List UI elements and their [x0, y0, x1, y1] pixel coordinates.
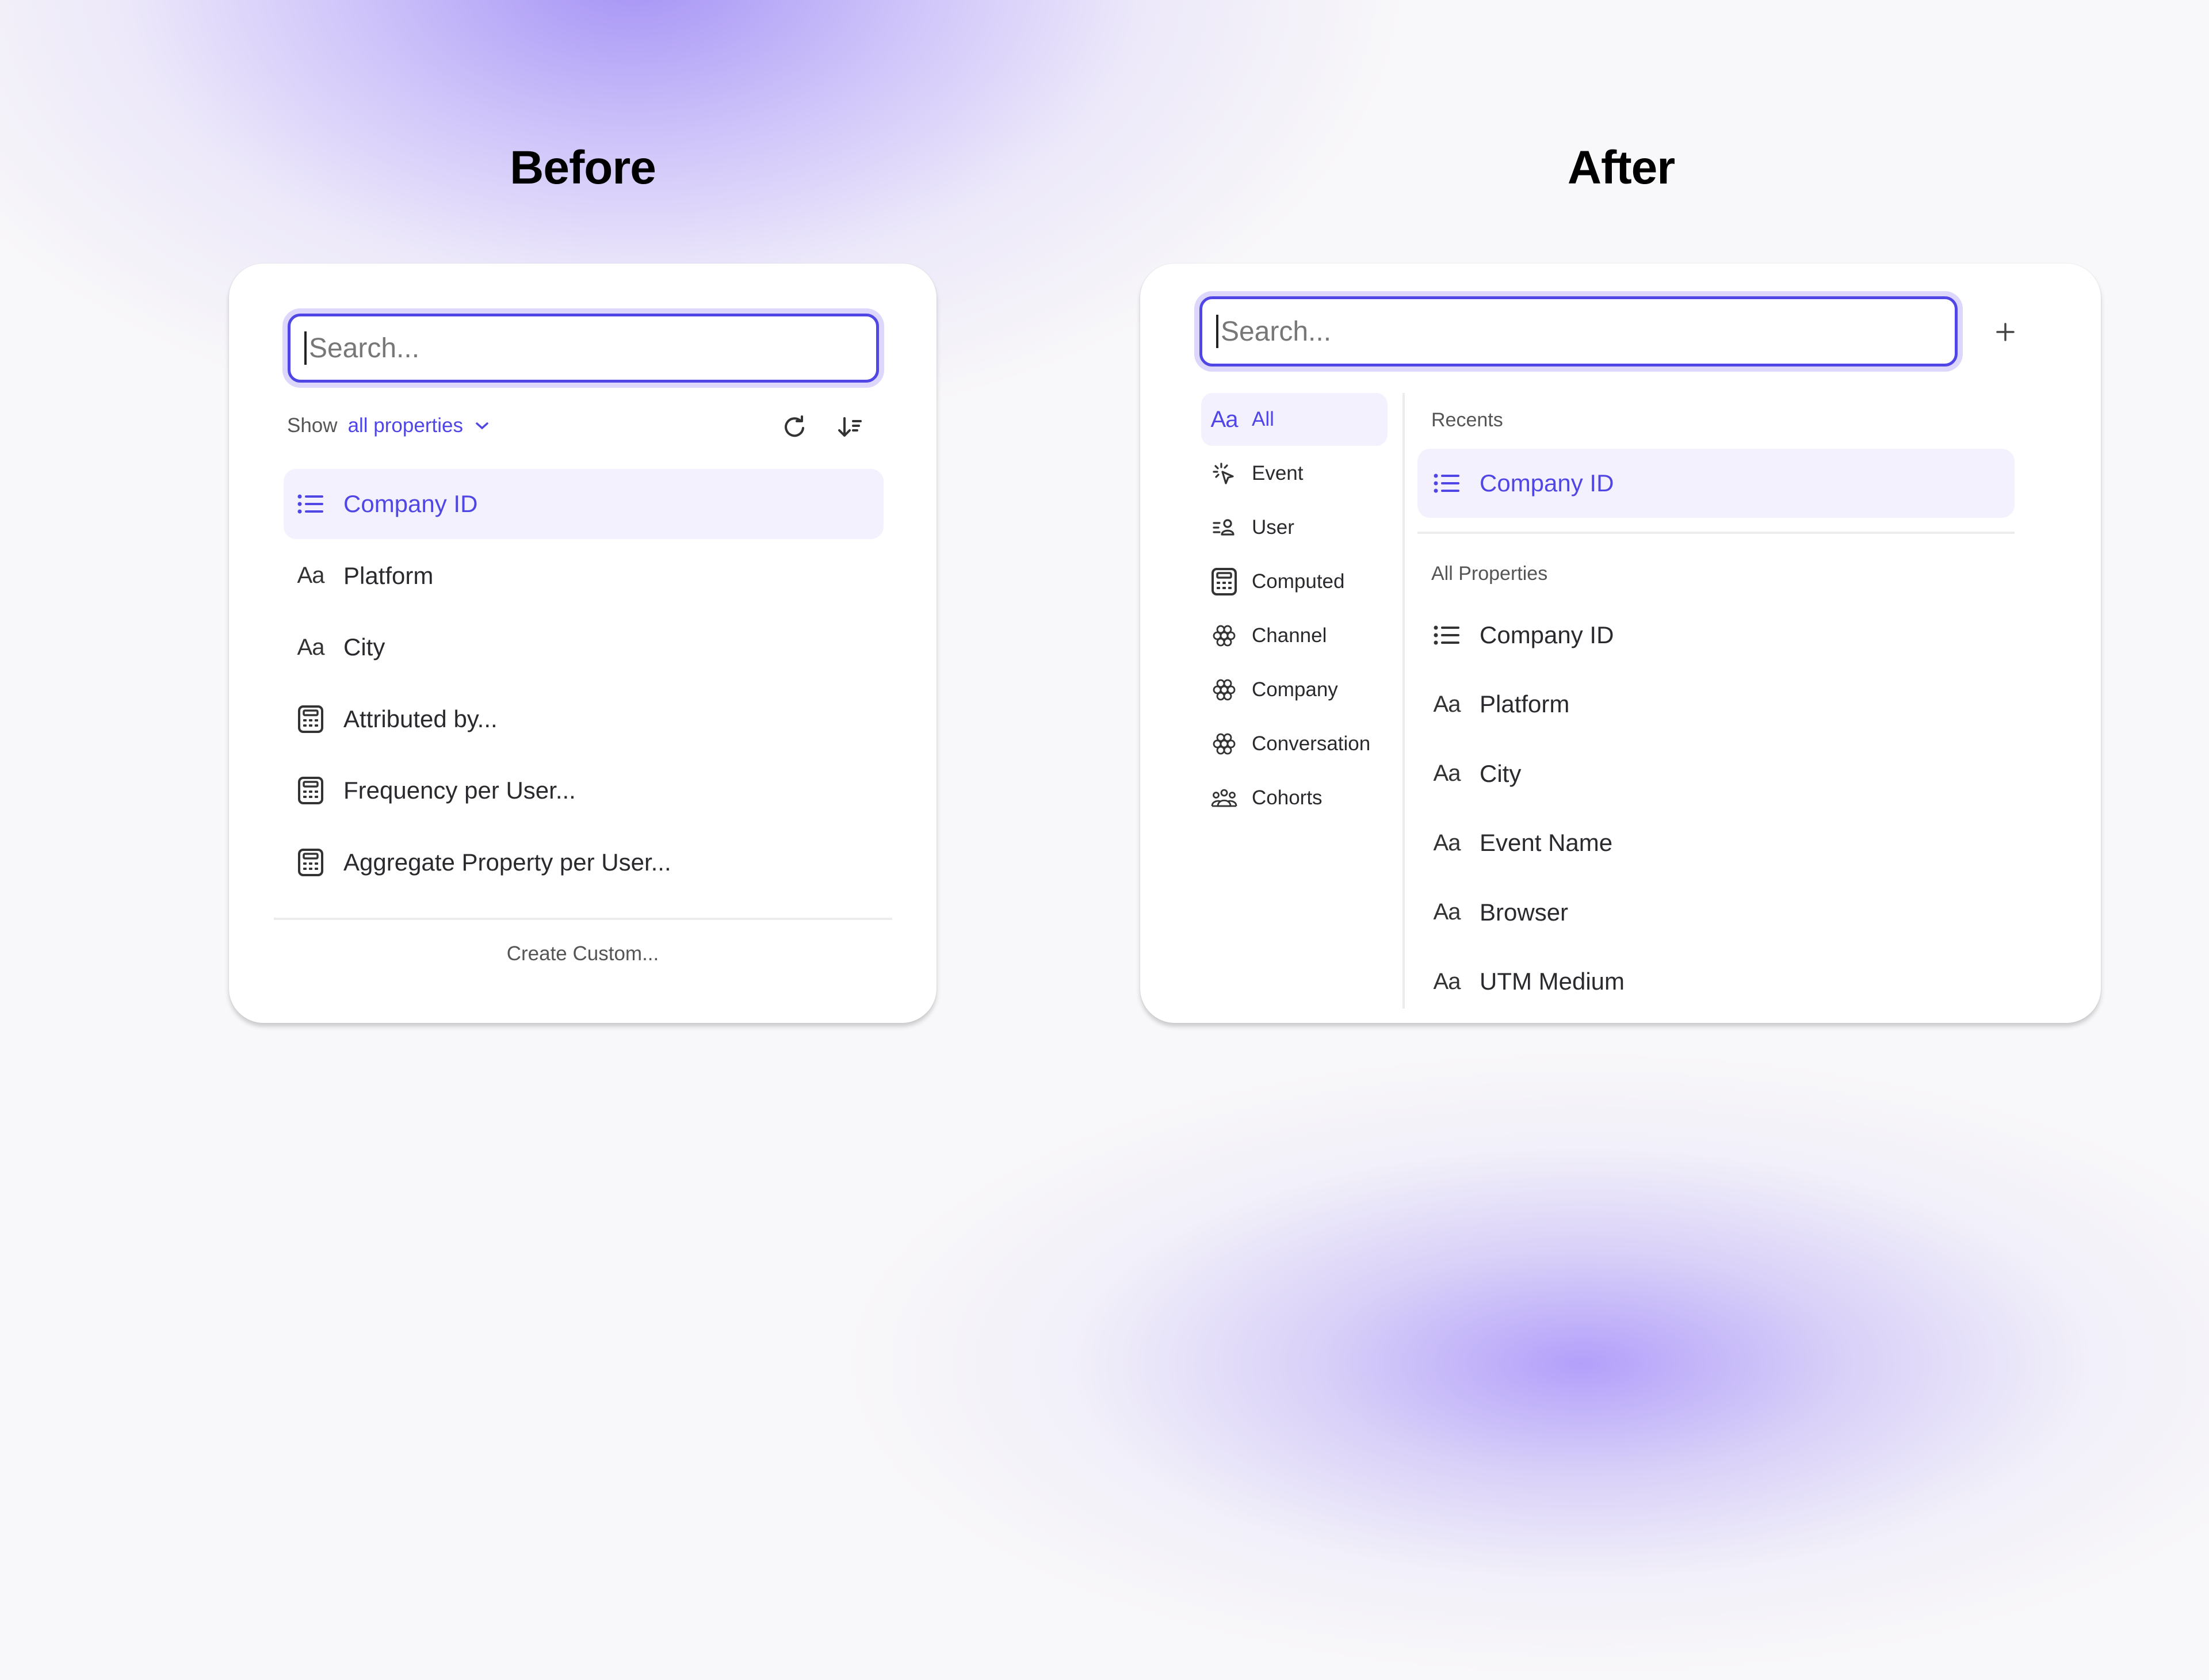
property-list-item-label: Platform: [343, 562, 434, 589]
before-search-box[interactable]: [288, 314, 879, 383]
text-type-icon: Aa: [1433, 761, 1461, 786]
refresh-icon: [782, 414, 807, 440]
property-list-item[interactable]: Aa Event Name: [1417, 809, 2015, 877]
recents-heading: Recents: [1431, 409, 1503, 431]
calculator-icon: [294, 705, 327, 734]
category-nav-item-all[interactable]: Aa All: [1201, 393, 1388, 446]
category-nav-label: Channel: [1252, 624, 1327, 647]
property-filter-dropdown[interactable]: all properties: [348, 414, 490, 437]
add-button[interactable]: [1994, 320, 2017, 343]
group-icon: [1208, 788, 1240, 808]
text-type-icon: Aa: [1210, 406, 1239, 432]
category-nav-label: Company: [1252, 678, 1338, 701]
sort-button[interactable]: [838, 416, 863, 439]
category-nav-item-channel[interactable]: Channel: [1201, 609, 1388, 662]
property-list-item-label: Aggregate Property per User...: [343, 848, 671, 876]
property-list-item-label: Company ID: [343, 490, 478, 517]
property-list-item[interactable]: Company ID: [1417, 601, 2015, 669]
property-list-item[interactable]: Aggregate Property per User...: [284, 827, 884, 898]
create-custom-button[interactable]: Create Custom...: [229, 942, 937, 965]
chevron-down-icon: [475, 421, 490, 431]
category-nav-label: Computed: [1252, 570, 1345, 593]
after-search-input[interactable]: [1219, 315, 1955, 348]
property-list-item-label: Event Name: [1480, 829, 1613, 857]
before-search-input[interactable]: [307, 331, 876, 365]
sort-descending-icon: [838, 416, 863, 439]
calculator-icon: [1208, 567, 1240, 596]
plus-icon: [1994, 320, 2017, 343]
category-nav-item-cohorts[interactable]: Cohorts: [1201, 772, 1388, 824]
text-type-icon: Aa: [1433, 830, 1461, 856]
property-list-item[interactable]: Aa Platform: [1417, 670, 2015, 738]
recents-divider: [1417, 532, 2015, 534]
refresh-button[interactable]: [782, 414, 807, 440]
property-list-item-label: Company ID: [1480, 621, 1614, 648]
text-caret: [304, 331, 307, 365]
property-list-item-label: Platform: [1480, 690, 1570, 718]
property-list-item[interactable]: Aa City: [1417, 740, 2015, 808]
category-nav-label: User: [1252, 516, 1294, 539]
property-list-item-label: Attributed by...: [343, 705, 498, 732]
flower-icon: [1208, 732, 1240, 756]
category-nav-label: Cohorts: [1252, 786, 1323, 809]
list-icon: [1430, 624, 1463, 647]
list-icon: [1430, 472, 1463, 495]
property-filter-value: all properties: [347, 414, 463, 437]
property-list-item-label: City: [343, 633, 385, 660]
property-list-item-label: Frequency per User...: [343, 777, 576, 804]
text-type-icon: Aa: [1433, 968, 1461, 994]
property-list-item[interactable]: Aa Platform: [284, 541, 884, 611]
before-property-picker: Show all properties Company ID Aa Platform…: [229, 264, 937, 1023]
category-nav-label: Event: [1252, 462, 1304, 484]
property-list-item[interactable]: Attributed by...: [284, 684, 884, 754]
text-type-icon: Aa: [1433, 691, 1461, 717]
all-properties-heading: All Properties: [1431, 563, 1548, 585]
category-nav-item-conversation[interactable]: Conversation: [1201, 717, 1388, 770]
after-property-picker: Aa All Event User Computed Channel Company Conv…: [1140, 264, 2101, 1023]
show-label: Show: [287, 414, 338, 437]
property-list-item[interactable]: Frequency per User...: [284, 755, 884, 826]
flower-icon: [1208, 624, 1240, 648]
recent-property-item-label: Company ID: [1480, 469, 1614, 497]
text-type-icon: Aa: [1433, 899, 1461, 925]
category-nav-item-user[interactable]: User: [1201, 501, 1388, 554]
property-list-item-label: City: [1480, 759, 1522, 787]
recent-property-item[interactable]: Company ID: [1417, 449, 2015, 518]
user-list-icon: [1208, 517, 1240, 538]
flower-icon: [1208, 678, 1240, 702]
list-icon: [294, 492, 327, 516]
footer-divider: [274, 918, 892, 920]
property-list-item-label: UTM Medium: [1480, 968, 1625, 995]
property-list-item-label: Browser: [1480, 898, 1569, 926]
text-type-icon: Aa: [297, 563, 325, 588]
nav-divider: [1402, 393, 1405, 1009]
text-caret: [1216, 315, 1218, 348]
show-filter: Show all properties: [287, 414, 490, 437]
after-heading: After: [1567, 142, 1675, 194]
category-nav-item-event[interactable]: Event: [1201, 447, 1388, 500]
event-cursor-icon: [1208, 461, 1240, 486]
property-list-item[interactable]: Aa Browser: [1417, 879, 2015, 946]
before-heading: Before: [510, 142, 656, 194]
text-type-icon: Aa: [297, 634, 325, 660]
category-nav-item-company[interactable]: Company: [1201, 663, 1388, 716]
calculator-icon: [294, 776, 327, 805]
background-glow-bottom: [834, 1047, 2209, 1680]
category-nav-label: Conversation: [1252, 732, 1371, 755]
after-search-box[interactable]: [1199, 296, 1958, 366]
category-nav-item-computed[interactable]: Computed: [1201, 555, 1388, 608]
property-list-item[interactable]: Aa City: [284, 612, 884, 682]
property-list-item[interactable]: Company ID: [284, 469, 884, 539]
category-nav-label: All: [1252, 408, 1274, 430]
property-list-item[interactable]: Aa UTM Medium: [1417, 948, 2015, 1015]
calculator-icon: [294, 848, 327, 877]
